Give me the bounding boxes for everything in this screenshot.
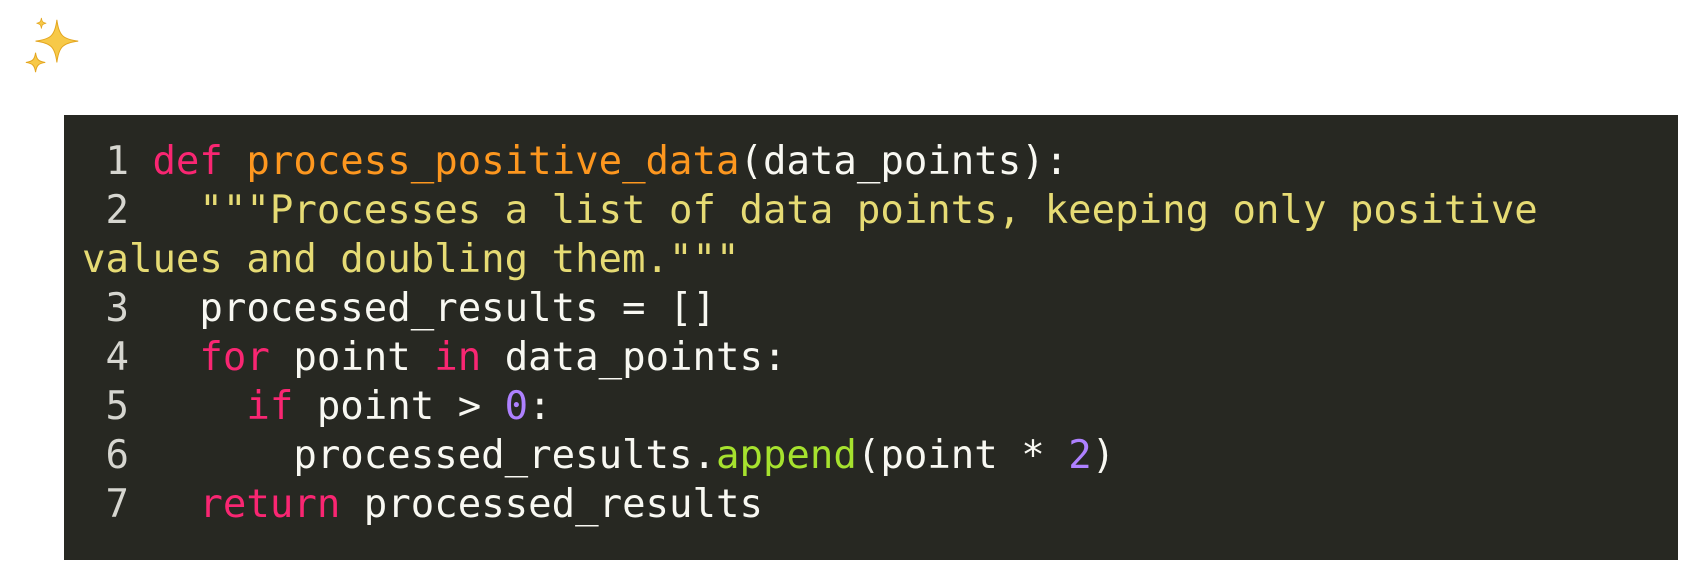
- line-number: 4: [82, 335, 153, 380]
- line-number: 6: [82, 433, 153, 478]
- code-block: 1 def process_positive_data(data_points)…: [64, 115, 1678, 560]
- code-line: 5 if point > 0:: [82, 382, 1672, 431]
- code-line: 4 for point in data_points:: [82, 333, 1672, 382]
- code-token-num: 2: [1068, 433, 1092, 478]
- code-token-kw: for: [199, 335, 270, 380]
- code-line: 7 return processed_results: [82, 480, 1672, 529]
- code-token-plain: (point *: [856, 433, 1069, 478]
- code-token-plain: point >: [293, 384, 505, 429]
- page: 1 def process_positive_data(data_points)…: [0, 0, 1688, 574]
- code-line: 6 processed_results.append(point * 2): [82, 431, 1672, 480]
- code-line: 1 def process_positive_data(data_points)…: [82, 137, 1672, 186]
- code-line: 2 """Processes a list of data points, ke…: [82, 186, 1672, 284]
- code-token-num: 0: [504, 384, 529, 429]
- code-token-plain: ): [1091, 433, 1116, 478]
- code-line: 3 processed_results = []: [82, 284, 1672, 333]
- code-listing: 1 def process_positive_data(data_points)…: [82, 137, 1672, 529]
- code-token-call: append: [715, 433, 857, 478]
- line-number: 5: [82, 384, 153, 429]
- code-token-plain: processed_results.: [152, 433, 716, 478]
- code-token-plain: (data_points):: [739, 139, 1069, 184]
- sparkles-icon: [25, 17, 79, 73]
- code-token-plain: processed_results: [340, 482, 763, 527]
- line-number: 1: [82, 139, 153, 184]
- code-token-fn: process_positive_data: [246, 139, 740, 184]
- line-number: 3: [82, 286, 153, 331]
- code-token-plain: processed_results = []: [152, 286, 716, 331]
- code-token-plain: data_points:: [481, 335, 787, 380]
- code-token-kw: return: [199, 482, 341, 527]
- line-number: 2: [82, 188, 153, 233]
- line-number: 7: [82, 482, 153, 527]
- code-token-kw: in: [434, 335, 482, 380]
- code-token-plain: :: [528, 384, 552, 429]
- code-token-kw: def: [152, 139, 223, 184]
- code-token-str: """Processes a list of data points, keep…: [82, 188, 1562, 282]
- code-token-plain: point: [269, 335, 435, 380]
- code-token-kw: if: [246, 384, 294, 429]
